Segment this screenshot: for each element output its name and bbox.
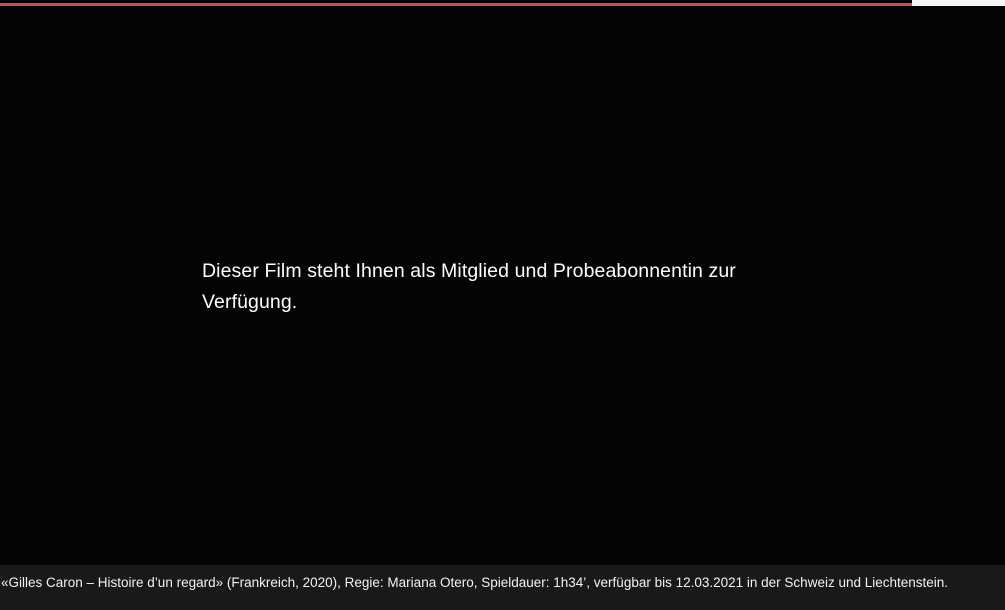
video-player[interactable]: Dieser Film steht Ihnen als Mitglied und… [0,6,1005,565]
film-page: Dieser Film steht Ihnen als Mitglied und… [0,0,1005,610]
access-message: Dieser Film steht Ihnen als Mitglied und… [202,260,736,313]
film-caption: «Gilles Caron – Histoire d’un regard» (F… [1,575,949,590]
